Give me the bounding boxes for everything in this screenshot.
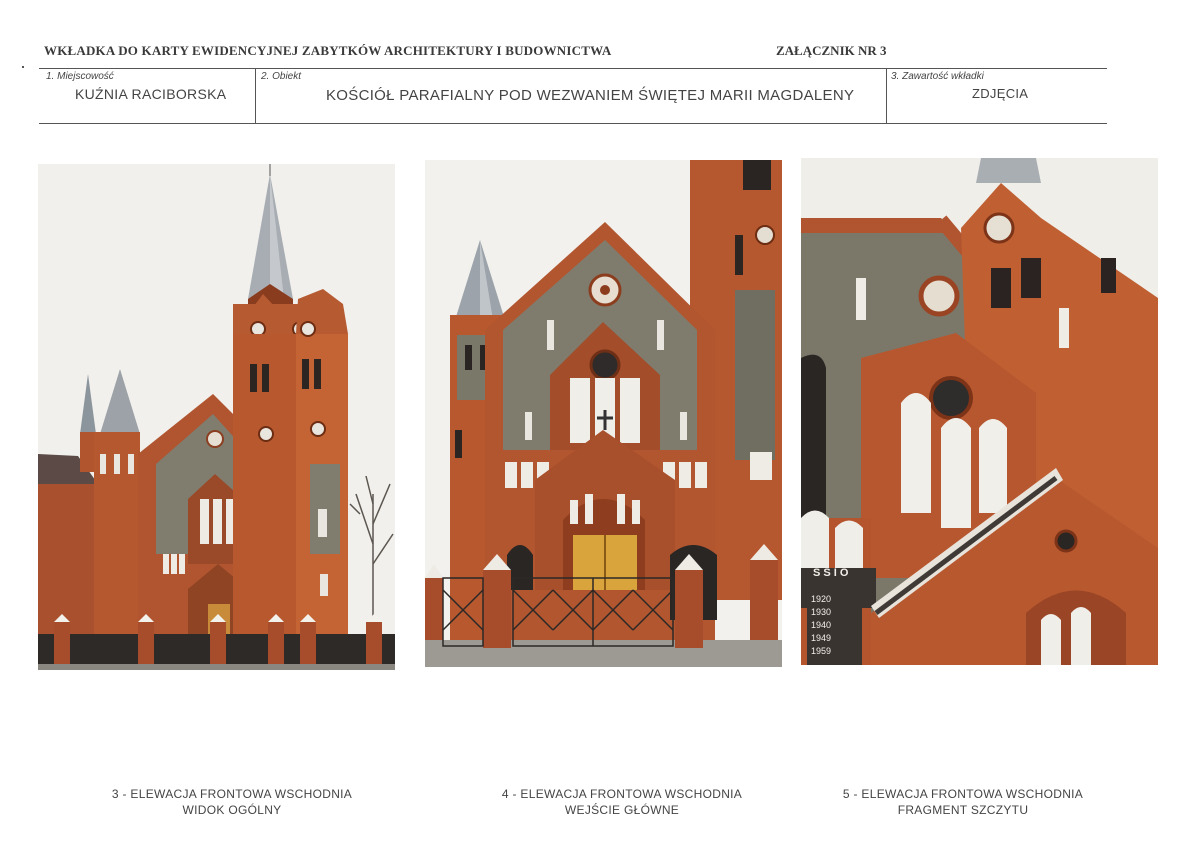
document-sheet: WKŁADKA DO KARTY EWIDENCYJNEJ ZABYTKÓW A…	[0, 0, 1199, 844]
caption-line: FRAGMENT SZCZYTU	[897, 803, 1029, 817]
document-title: WKŁADKA DO KARTY EWIDENCYJNEJ ZABYTKÓW A…	[44, 43, 612, 58]
caption-line: 5 - ELEWACJA FRONTOWA WSCHODNIA	[842, 787, 1084, 801]
attachment-number: ZAŁĄCZNIK NR 3	[776, 43, 887, 58]
caption-line: 3 - ELEWACJA FRONTOWA WSCHODNIA	[111, 787, 353, 801]
svg-text:S S I O: S S I O	[813, 567, 849, 579]
photo-gable-fragment: S S I O 1920 1930 1940 1949 1959	[801, 158, 1158, 665]
object-label: 2. Obiekt	[261, 71, 302, 82]
photo-general-view	[38, 164, 395, 670]
plaque-year: 1959	[811, 646, 831, 656]
caption-photo-5: 5 - ELEWACJA FRONTOWA WSCHODNIA FRAGMENT…	[823, 786, 1103, 818]
plaque-year: 1920	[811, 594, 831, 604]
table-divider	[255, 69, 256, 123]
caption-line: WEJŚCIE GŁÓWNE	[564, 803, 680, 817]
location-value: KUŹNIA RACIBORSKA	[75, 86, 227, 102]
info-table: 1. Miejscowość KUŹNIA RACIBORSKA 2. Obie…	[39, 68, 1107, 124]
plaque-year: 1940	[811, 620, 831, 630]
margin-dot	[22, 66, 24, 68]
contents-label: 3. Zawartość wkładki	[891, 71, 984, 82]
object-value: KOŚCIÓŁ PARAFIALNY POD WEZWANIEM ŚWIĘTEJ…	[326, 87, 855, 104]
caption-photo-4: 4 - ELEWACJA FRONTOWA WSCHODNIA WEJŚCIE …	[482, 786, 762, 818]
caption-photo-3: 3 - ELEWACJA FRONTOWA WSCHODNIA WIDOK OG…	[92, 786, 372, 818]
caption-line: 4 - ELEWACJA FRONTOWA WSCHODNIA	[501, 787, 743, 801]
photo-main-entrance	[425, 160, 782, 667]
table-divider	[886, 69, 887, 123]
plaque-year: 1930	[811, 607, 831, 617]
caption-line: WIDOK OGÓLNY	[182, 803, 282, 817]
location-label: 1. Miejscowość	[46, 71, 114, 82]
plaque-year: 1949	[811, 633, 831, 643]
contents-value: ZDJĘCIA	[972, 86, 1029, 101]
